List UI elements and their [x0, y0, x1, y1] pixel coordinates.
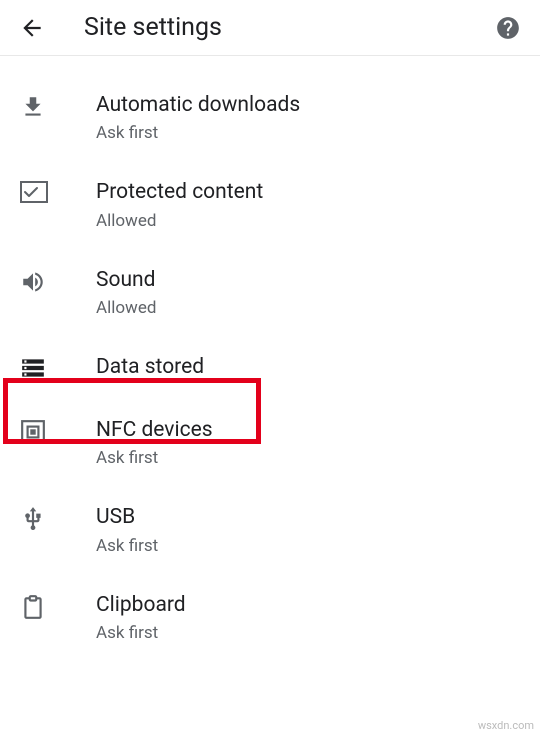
- protected-icon: [20, 179, 96, 203]
- row-sub: Allowed: [96, 298, 520, 318]
- back-button[interactable]: [10, 6, 54, 50]
- help-button[interactable]: [486, 6, 530, 50]
- row-title: Data stored: [96, 354, 520, 381]
- page-title: Site settings: [84, 13, 486, 42]
- row-title: Clipboard: [96, 592, 520, 619]
- row-title: USB: [96, 504, 520, 531]
- row-sub: Ask first: [96, 623, 520, 643]
- watermark: wsxdn.com: [478, 719, 534, 732]
- row-clipboard[interactable]: Clipboard Ask first: [0, 574, 540, 661]
- row-data-stored[interactable]: Data stored: [0, 336, 540, 399]
- sound-icon: [20, 267, 96, 295]
- row-sub: Ask first: [96, 536, 520, 556]
- storage-icon: [20, 355, 96, 381]
- row-title: NFC devices: [96, 417, 520, 444]
- row-sound[interactable]: Sound Allowed: [0, 249, 540, 336]
- row-sub: Ask first: [96, 123, 520, 143]
- row-sub: Allowed: [96, 211, 520, 231]
- help-icon: [495, 15, 521, 41]
- row-title: Automatic downloads: [96, 92, 520, 119]
- row-sub: Ask first: [96, 448, 520, 468]
- row-title: Protected content: [96, 179, 520, 206]
- download-icon: [20, 92, 96, 120]
- row-title: Sound: [96, 267, 520, 294]
- app-header: Site settings: [0, 0, 540, 56]
- arrow-back-icon: [19, 15, 45, 41]
- row-nfc-devices[interactable]: NFC devices Ask first: [0, 399, 540, 486]
- clipboard-icon: [20, 592, 96, 620]
- nfc-icon: [20, 417, 96, 445]
- usb-icon: [20, 504, 96, 532]
- row-usb[interactable]: USB Ask first: [0, 486, 540, 573]
- row-automatic-downloads[interactable]: Automatic downloads Ask first: [0, 74, 540, 161]
- row-protected-content[interactable]: Protected content Allowed: [0, 161, 540, 248]
- settings-list: Automatic downloads Ask first Protected …: [0, 56, 540, 661]
